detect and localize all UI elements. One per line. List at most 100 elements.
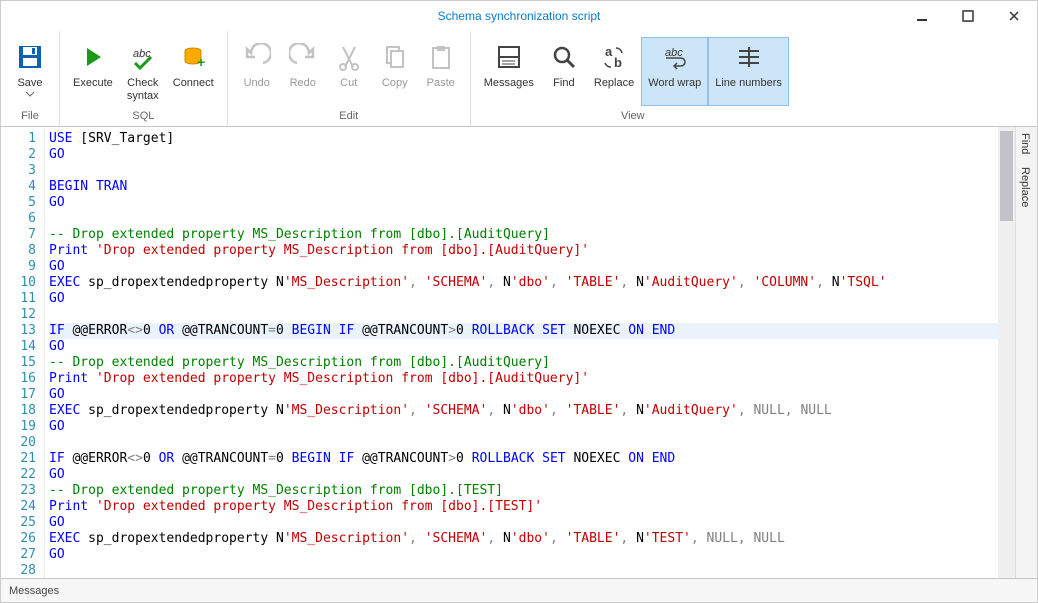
scrollbar-thumb[interactable] <box>1000 131 1013 221</box>
code-line[interactable]: -- Drop extended property MS_Description… <box>49 483 1011 499</box>
line-number: 19 <box>5 419 36 435</box>
ribbon-group-view: Messages Find ab Replace abc Word wrap L… <box>471 31 795 126</box>
group-file-label: File <box>1 108 59 126</box>
execute-label: Execute <box>73 77 113 90</box>
paste-label: Paste <box>427 77 455 90</box>
redo-icon <box>287 41 319 73</box>
connect-icon: + <box>177 41 209 73</box>
line-number: 1 <box>5 131 36 147</box>
check-syntax-button[interactable]: abc Check syntax <box>120 37 166 106</box>
status-bar: Messages <box>1 578 1037 602</box>
code-line[interactable]: -- Drop extended property MS_Description… <box>49 227 1011 243</box>
line-numbers-icon <box>733 41 765 73</box>
window-controls <box>899 1 1037 31</box>
code-line[interactable]: BEGIN TRAN <box>49 179 1011 195</box>
ribbon-group-edit: Undo Redo Cut Copy Paste Edit <box>228 31 471 126</box>
save-icon <box>14 41 46 73</box>
line-number: 24 <box>5 499 36 515</box>
ribbon-group-file: Save File <box>1 31 60 126</box>
line-number: 26 <box>5 531 36 547</box>
code-line[interactable]: GO <box>49 339 1011 355</box>
line-number: 13 <box>5 323 36 339</box>
code-line[interactable] <box>49 211 1011 227</box>
redo-button[interactable]: Redo <box>280 37 326 106</box>
code-line[interactable]: GO <box>49 467 1011 483</box>
undo-button[interactable]: Undo <box>234 37 280 106</box>
line-number: 4 <box>5 179 36 195</box>
line-number: 10 <box>5 275 36 291</box>
cut-icon <box>333 41 365 73</box>
group-view-label: View <box>471 108 795 126</box>
copy-button[interactable]: Copy <box>372 37 418 106</box>
code-line[interactable]: GO <box>49 515 1011 531</box>
vertical-scrollbar[interactable] <box>998 127 1015 578</box>
connect-button[interactable]: + Connect <box>166 37 221 106</box>
code-line[interactable]: IF @@ERROR<>0 OR @@TRANCOUNT=0 BEGIN IF … <box>49 323 1011 339</box>
line-number: 17 <box>5 387 36 403</box>
code-line[interactable]: GO <box>49 419 1011 435</box>
line-number: 16 <box>5 371 36 387</box>
copy-icon <box>379 41 411 73</box>
replace-icon: ab <box>598 41 630 73</box>
code-line[interactable]: USE [SRV_Target] <box>49 131 1011 147</box>
code-line[interactable]: -- Drop extended property MS_Description… <box>49 355 1011 371</box>
line-number: 21 <box>5 451 36 467</box>
code-line[interactable]: GO <box>49 195 1011 211</box>
undo-label: Undo <box>244 77 270 90</box>
cut-button[interactable]: Cut <box>326 37 372 106</box>
close-button[interactable] <box>991 1 1037 31</box>
code-line[interactable]: EXEC sp_dropextendedproperty N'MS_Descri… <box>49 403 1011 419</box>
svg-text:a: a <box>605 44 613 59</box>
code-line[interactable] <box>49 163 1011 179</box>
line-number: 8 <box>5 243 36 259</box>
word-wrap-icon: abc <box>659 41 691 73</box>
status-messages[interactable]: Messages <box>9 585 59 597</box>
code-line[interactable]: GO <box>49 147 1011 163</box>
replace-button[interactable]: ab Replace <box>587 37 641 106</box>
code-line[interactable] <box>49 563 1011 578</box>
line-number: 22 <box>5 467 36 483</box>
titlebar: Schema synchronization script <box>1 1 1037 31</box>
execute-button[interactable]: Execute <box>66 37 120 106</box>
code-line[interactable] <box>49 435 1011 451</box>
find-tab[interactable]: Find <box>1016 127 1034 160</box>
line-numbers-label: Line numbers <box>715 77 782 90</box>
minimize-button[interactable] <box>899 1 945 31</box>
line-numbers-button[interactable]: Line numbers <box>708 37 789 106</box>
code-line[interactable]: EXEC sp_dropextendedproperty N'MS_Descri… <box>49 275 1011 291</box>
messages-button[interactable]: Messages <box>477 37 541 106</box>
svg-text:b: b <box>614 55 622 70</box>
code-line[interactable]: GO <box>49 291 1011 307</box>
code-line[interactable]: Print 'Drop extended property MS_Descrip… <box>49 371 1011 387</box>
code-line[interactable]: IF @@ERROR<>0 OR @@TRANCOUNT=0 BEGIN IF … <box>49 451 1011 467</box>
line-number: 9 <box>5 259 36 275</box>
save-button[interactable]: Save <box>7 37 53 106</box>
code-line[interactable]: GO <box>49 547 1011 563</box>
line-number: 7 <box>5 227 36 243</box>
code-line[interactable]: GO <box>49 387 1011 403</box>
find-button[interactable]: Find <box>541 37 587 106</box>
line-number: 28 <box>5 563 36 578</box>
play-icon <box>77 41 109 73</box>
paste-button[interactable]: Paste <box>418 37 464 106</box>
code-editor[interactable]: USE [SRV_Target]GOBEGIN TRANGO-- Drop ex… <box>45 127 1015 578</box>
maximize-button[interactable] <box>945 1 991 31</box>
connect-label: Connect <box>173 77 214 90</box>
line-number: 23 <box>5 483 36 499</box>
replace-tab[interactable]: Replace <box>1016 161 1034 213</box>
word-wrap-button[interactable]: abc Word wrap <box>641 37 708 106</box>
code-line[interactable] <box>49 307 1011 323</box>
editor-area: 1234567891011121314151617181920212223242… <box>1 127 1037 578</box>
code-line[interactable]: Print 'Drop extended property MS_Descrip… <box>49 243 1011 259</box>
cut-label: Cut <box>340 77 357 90</box>
close-icon <box>1008 10 1020 22</box>
code-line[interactable]: GO <box>49 259 1011 275</box>
line-number: 12 <box>5 307 36 323</box>
line-number: 2 <box>5 147 36 163</box>
code-line[interactable]: EXEC sp_dropextendedproperty N'MS_Descri… <box>49 531 1011 547</box>
ribbon: Save File Execute abc Check syntax + Con… <box>1 31 1037 127</box>
ribbon-group-sql: Execute abc Check syntax + Connect SQL <box>60 31 228 126</box>
svg-text:+: + <box>197 54 205 70</box>
chevron-down-icon <box>26 92 34 97</box>
code-line[interactable]: Print 'Drop extended property MS_Descrip… <box>49 499 1011 515</box>
